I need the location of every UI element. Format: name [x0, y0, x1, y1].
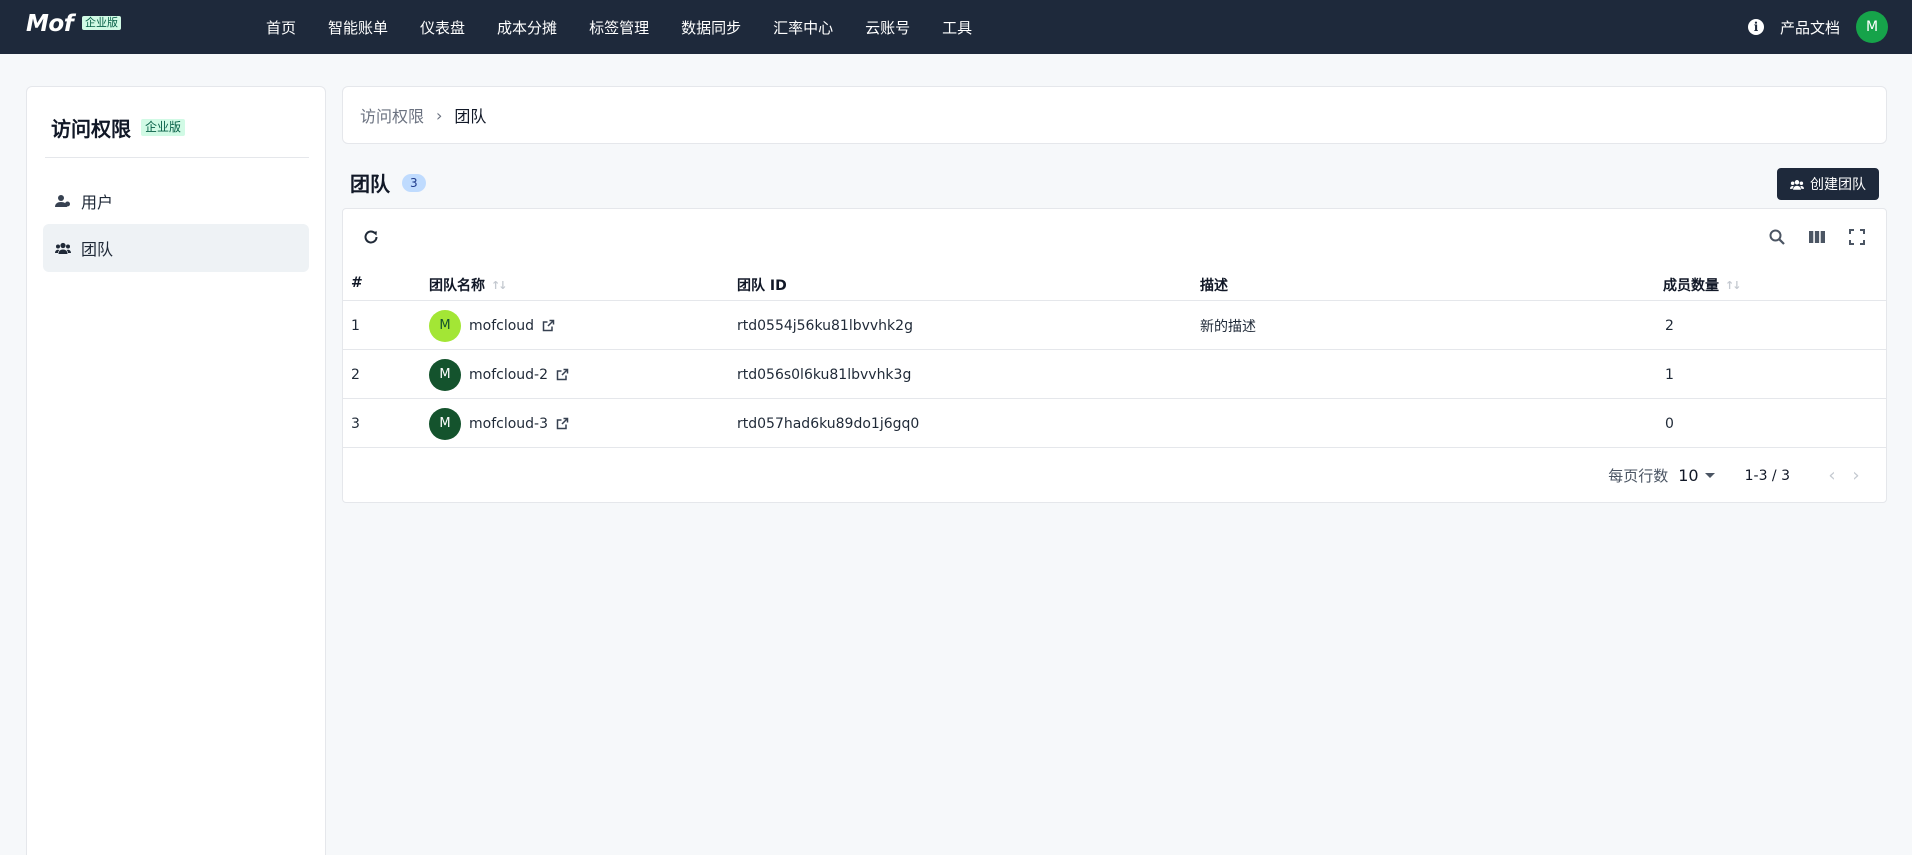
page-range: 1-3 / 3: [1744, 467, 1790, 484]
breadcrumb-current: 团队: [454, 107, 487, 126]
member-count: 1: [1665, 366, 1674, 383]
rows-per-page-select[interactable]: 10: [1678, 466, 1715, 485]
breadcrumb-root[interactable]: 访问权限: [360, 103, 424, 127]
sidebar-item-label: 团队: [81, 240, 114, 259]
row-index: 3: [351, 415, 360, 432]
search-icon: [1769, 229, 1785, 245]
column-index: #: [351, 275, 363, 291]
sidebar-item-teams[interactable]: 团队: [43, 224, 309, 272]
member-count: 2: [1665, 317, 1674, 334]
row-index: 1: [351, 317, 360, 334]
create-team-label: 创建团队: [1810, 177, 1866, 193]
page-title: 团队: [350, 172, 390, 196]
search-button[interactable]: [1763, 223, 1791, 251]
team-icon: [1790, 179, 1804, 190]
sort-icon[interactable]: ↑↓: [491, 279, 508, 292]
team-description: 新的描述: [1200, 318, 1256, 335]
team-name-cell: M mofcloud-2: [429, 350, 569, 399]
sidebar-divider: [45, 157, 309, 158]
sort-icon[interactable]: ↑↓: [1725, 279, 1742, 292]
team-name-cell: M mofcloud-3: [429, 399, 569, 448]
create-team-button[interactable]: 创建团队: [1777, 168, 1879, 200]
main-nav: 首页 智能账单 仪表盘 成本分摊 标签管理 数据同步 汇率中心 云账号 工具: [266, 0, 1004, 54]
member-count: 0: [1665, 415, 1674, 432]
fullscreen-button[interactable]: [1843, 223, 1871, 251]
team-avatar: M: [429, 358, 461, 391]
teams-table: # 团队名称 ↑↓ 团队 ID 描述 成员数量 ↑↓ 1 M mofcloud rt…: [342, 208, 1887, 503]
table-header: # 团队名称 ↑↓ 团队 ID 描述 成员数量 ↑↓: [343, 265, 1886, 301]
columns-icon: [1809, 231, 1825, 243]
sidebar: 访问权限 企业版 用户 团队: [26, 86, 326, 855]
docs-link[interactable]: 产品文档: [1780, 17, 1840, 38]
external-link-icon[interactable]: [556, 368, 569, 381]
sidebar-title: 访问权限: [51, 117, 131, 141]
column-description: 描述: [1200, 278, 1228, 294]
team-avatar: M: [429, 407, 461, 440]
top-right-actions: i 产品文档 M: [1747, 0, 1888, 54]
team-name-link[interactable]: mofcloud-3: [469, 416, 548, 432]
breadcrumb-separator: ›: [436, 105, 443, 125]
nav-item-cloud-account[interactable]: 云账号: [865, 17, 910, 38]
page-header: 团队 3: [350, 168, 426, 197]
nav-item-tag-management[interactable]: 标签管理: [589, 17, 649, 38]
logo[interactable]: Mof: [26, 11, 74, 37]
prev-page-button[interactable]: ‹: [1820, 465, 1844, 486]
info-icon[interactable]: i: [1747, 19, 1764, 35]
team-icon: [55, 240, 71, 256]
team-name-link[interactable]: mofcloud: [469, 318, 534, 334]
team-id: rtd0554j56ku81lbvvhk2g: [737, 317, 913, 334]
breadcrumb: 访问权限 › 团队: [342, 86, 1887, 144]
next-page-button[interactable]: ›: [1844, 465, 1868, 486]
nav-item-exchange-rate[interactable]: 汇率中心: [773, 17, 833, 38]
rows-per-page-label: 每页行数: [1608, 467, 1669, 485]
nav-item-home[interactable]: 首页: [266, 17, 296, 38]
columns-button[interactable]: [1803, 223, 1831, 251]
team-avatar: M: [429, 309, 461, 342]
nav-item-dashboard[interactable]: 仪表盘: [420, 17, 465, 38]
column-member-count[interactable]: 成员数量 ↑↓: [1663, 275, 1742, 295]
team-id: rtd057had6ku89do1j6gq0: [737, 415, 920, 432]
user-icon: [55, 193, 71, 209]
edition-badge: 企业版: [82, 16, 121, 30]
external-link-icon[interactable]: [542, 319, 555, 332]
chevron-down-icon: [1704, 473, 1715, 478]
top-navbar: Mof 企业版 首页 智能账单 仪表盘 成本分摊 标签管理 数据同步 汇率中心 …: [0, 0, 1912, 54]
nav-item-cost-allocation[interactable]: 成本分摊: [497, 17, 557, 38]
nav-item-data-sync[interactable]: 数据同步: [681, 17, 741, 38]
sidebar-item-users[interactable]: 用户: [43, 177, 309, 225]
fullscreen-icon: [1849, 229, 1865, 245]
user-avatar[interactable]: M: [1856, 11, 1888, 43]
refresh-icon: [364, 230, 378, 244]
sidebar-header: 访问权限 企业版: [51, 113, 186, 142]
sidebar-item-label: 用户: [81, 193, 114, 212]
table-row[interactable]: 2 M mofcloud-2 rtd056s0l6ku81lbvvhk3g 1: [343, 350, 1886, 399]
rows-per-page-value: 10: [1678, 466, 1699, 485]
column-team-id: 团队 ID: [737, 278, 787, 294]
pagination: 每页行数 10 1-3 / 3 ‹ ›: [343, 447, 1886, 503]
team-name-link[interactable]: mofcloud-2: [469, 367, 548, 383]
team-name-cell: M mofcloud: [429, 301, 555, 350]
column-team-name[interactable]: 团队名称 ↑↓: [429, 275, 508, 295]
table-row[interactable]: 3 M mofcloud-3 rtd057had6ku89do1j6gq0 0: [343, 399, 1886, 448]
refresh-button[interactable]: [357, 223, 385, 251]
sidebar-edition-badge: 企业版: [141, 119, 186, 136]
row-index: 2: [351, 366, 360, 383]
table-row[interactable]: 1 M mofcloud rtd0554j56ku81lbvvhk2g 新的描述…: [343, 301, 1886, 350]
team-count-badge: 3: [402, 173, 426, 192]
external-link-icon[interactable]: [556, 417, 569, 430]
nav-item-tools[interactable]: 工具: [942, 17, 972, 38]
team-id: rtd056s0l6ku81lbvvhk3g: [737, 366, 912, 383]
nav-item-smart-bill[interactable]: 智能账单: [328, 17, 388, 38]
